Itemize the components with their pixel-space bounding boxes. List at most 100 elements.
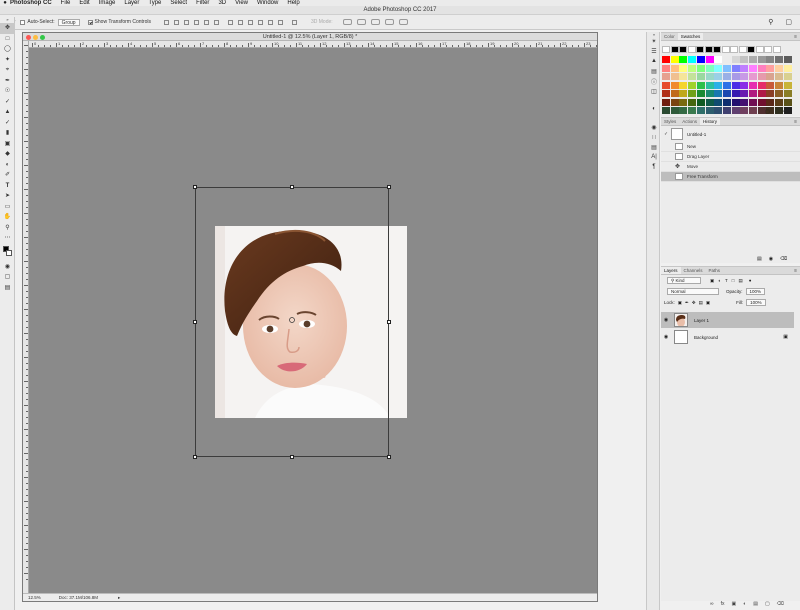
color-swatch[interactable] [722,90,731,97]
new-group-icon[interactable]: ▤ [753,601,758,607]
lock-artboard-icon[interactable]: ▤ [699,300,703,306]
color-swatch[interactable] [722,73,731,80]
artboard-icon[interactable]: ▤ [0,283,15,294]
color-swatch[interactable] [688,64,697,72]
color-swatch[interactable] [662,46,670,53]
color-swatch[interactable] [662,81,670,89]
color-swatch[interactable] [766,90,775,97]
color-swatch[interactable] [714,56,723,63]
history-item[interactable]: Drag Layer [661,152,800,162]
color-swatch[interactable] [775,98,784,106]
color-swatch[interactable] [766,81,775,89]
color-swatch[interactable] [662,56,670,63]
blend-mode-dropdown[interactable]: Normal [667,288,719,295]
history-item[interactable]: New [661,142,800,152]
color-swatch[interactable] [704,46,713,53]
color-swatch[interactable] [757,64,766,72]
clone-stamp-tool-icon[interactable]: ▲ [0,107,15,118]
distribute-right-icon[interactable] [277,19,283,25]
color-swatch[interactable] [775,90,784,97]
color-swatch[interactable] [722,107,731,114]
color-swatch[interactable] [687,46,696,53]
panel-menu-icon[interactable]: ≡ [791,118,800,125]
trash-icon[interactable]: ⌫ [780,256,787,262]
color-swatch[interactable] [714,98,723,106]
color-swatch[interactable] [688,98,697,106]
color-swatch[interactable] [766,64,775,72]
transform-handle-top[interactable] [290,185,294,189]
lock-transparent-icon[interactable]: ▣ [678,300,682,306]
hand-tool-icon[interactable]: ✋ [0,212,15,223]
color-swatch[interactable] [764,46,772,53]
color-swatch[interactable] [679,90,688,97]
tab-actions[interactable]: Actions [679,118,700,125]
color-swatch[interactable] [670,56,679,63]
paragraph-panel-icon[interactable]: ¶ [647,162,661,172]
color-swatch[interactable] [670,64,679,72]
screen-mode-icon[interactable]: ▢ [0,272,15,283]
properties-panel-icon[interactable]: ▤ [647,66,661,76]
color-swatch[interactable] [740,90,749,97]
close-window-button[interactable] [26,34,31,40]
lock-position-icon[interactable]: ✥ [692,300,696,306]
color-swatch[interactable] [783,73,792,80]
color-swatch[interactable] [731,98,740,106]
transform-handle-bottom-left[interactable] [193,455,197,459]
color-swatch[interactable] [670,90,679,97]
color-swatch[interactable] [714,90,723,97]
color-swatch[interactable] [730,46,738,53]
color-swatch[interactable] [696,56,705,63]
color-swatch[interactable] [783,56,792,63]
history-brush-tool-icon[interactable]: ✓ [0,118,15,129]
3d-scale-icon[interactable] [398,19,408,25]
color-swatch[interactable] [688,56,697,63]
color-swatch[interactable] [696,73,705,80]
path-selection-tool-icon[interactable]: ➤ [0,191,15,202]
color-swatch[interactable] [749,107,757,114]
horizontal-ruler[interactable]: 0 1 2 3 4 5 6 7 8 9 10 11 12 13 14 15 16 17 18 19 20 21 22 23 [29,41,597,48]
color-swatch[interactable] [662,107,670,114]
color-swatch[interactable] [714,81,723,89]
new-document-from-state-icon[interactable]: ▤ [757,256,762,262]
layer-row-selected[interactable]: ◉ Layer 1 [661,312,794,328]
transform-handle-top-left[interactable] [193,185,197,189]
filter-pixel-icon[interactable]: ▣ [710,278,714,284]
distribute-bottom-icon[interactable] [247,19,253,25]
3d-drag-icon[interactable] [370,19,380,25]
color-swatch[interactable] [783,64,792,72]
minimize-window-button[interactable] [33,34,38,40]
color-swatch[interactable] [757,81,766,89]
transform-handle-left[interactable] [193,320,197,324]
show-transform-checkbox[interactable] [87,19,93,25]
opacity-field[interactable]: 100% [745,288,766,295]
filter-adjustment-icon[interactable]: ◐ [718,278,721,283]
layer-name[interactable]: Layer 1 [694,318,709,323]
color-swatch[interactable] [749,56,757,63]
adjustments-panel-icon[interactable]: ◐ [647,104,661,114]
fill-field[interactable]: 100% [746,299,766,306]
quick-select-tool-icon[interactable]: ✦ [0,55,15,66]
eyedropper-tool-icon[interactable]: ✒ [0,76,15,87]
align-hcenter-icon[interactable] [203,19,209,25]
color-swatch[interactable] [679,81,688,89]
color-swatch[interactable] [705,107,714,114]
color-swatch[interactable] [705,98,714,106]
canvas-area[interactable] [29,48,597,593]
color-swatch[interactable] [775,81,784,89]
layer-name[interactable]: Background [694,335,718,340]
color-swatch[interactable] [696,90,705,97]
color-swatch[interactable] [705,73,714,80]
auto-select-dropdown[interactable]: Group [57,18,80,26]
tab-styles[interactable]: Styles [661,118,679,125]
color-swatch[interactable] [705,64,714,72]
info-panel-icon[interactable]: ⓘ [647,76,661,86]
color-swatch[interactable] [662,64,670,72]
align-top-icon[interactable] [163,19,169,25]
color-swatch[interactable] [775,107,784,114]
color-swatch[interactable] [679,64,688,72]
filter-toggle-icon[interactable]: ● [749,278,752,283]
color-swatch[interactable] [670,107,679,114]
lasso-tool-icon[interactable]: ◯ [0,44,15,55]
gradient-tool-icon[interactable]: ▣ [0,139,15,150]
tab-swatches[interactable]: Swatches [677,33,704,40]
